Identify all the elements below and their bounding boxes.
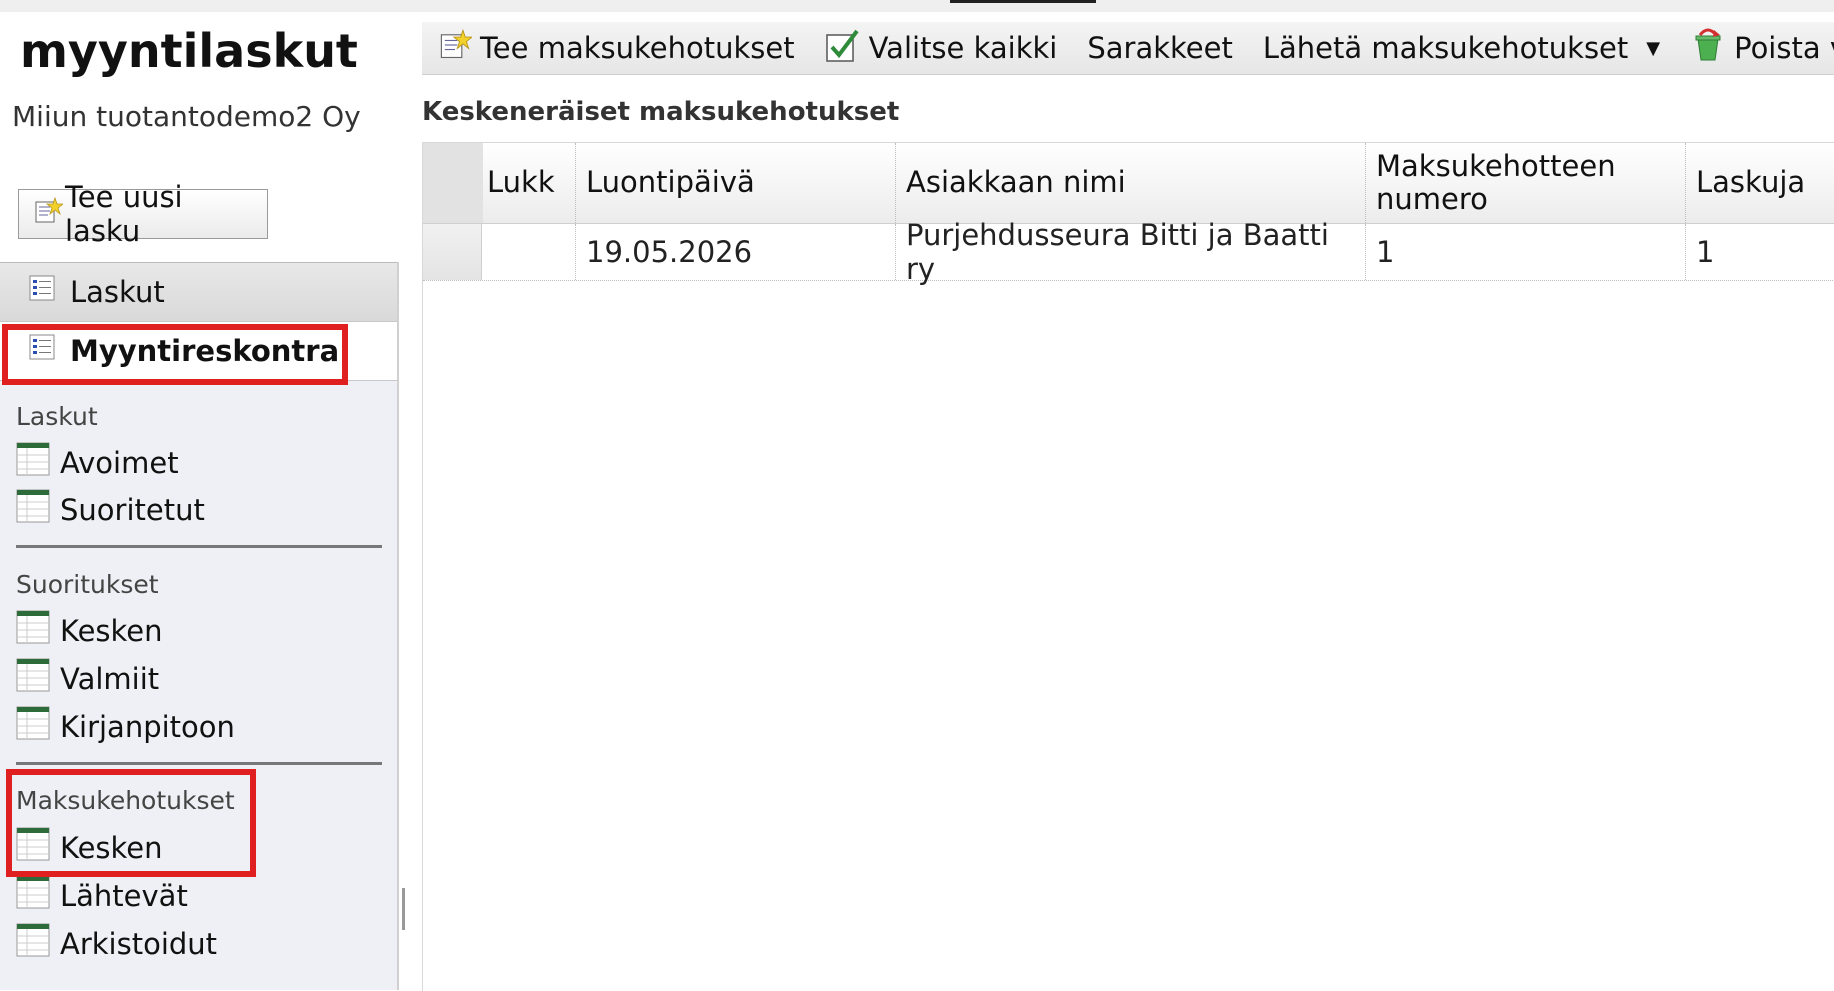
cell-invoice-count: 1: [1696, 235, 1715, 269]
nav-header-invoices-label: Laskut: [70, 275, 165, 309]
list-icon: [28, 274, 58, 311]
table-icon: [16, 610, 50, 651]
nav-item-paid[interactable]: Suoritetut: [16, 489, 205, 530]
table-icon: [16, 442, 50, 483]
recycle-bin-icon: [1690, 27, 1726, 70]
section-label-invoices: Laskut: [16, 402, 98, 431]
create-reminders-button[interactable]: Tee maksukehotukset: [438, 28, 795, 69]
company-name: Miiun tuotantodemo2 Oy: [12, 100, 361, 133]
top-strip: [0, 0, 1834, 12]
column-header-invoice-count[interactable]: Laskuja: [1686, 143, 1834, 223]
new-invoice-button[interactable]: Tee uusi lasku: [18, 180, 268, 248]
nav-item-reminders-outgoing[interactable]: Lähtevät: [16, 875, 188, 916]
section-divider: [16, 545, 382, 548]
columns-label: Sarakkeet: [1087, 31, 1233, 65]
cell-customer: Purjehdusseura Bitti ja Baatti ry: [896, 218, 1366, 286]
section-label-reminders: Maksukehotukset: [16, 786, 235, 815]
nav-item-label: Kesken: [60, 830, 163, 865]
cell-reminder-number: 1: [1366, 224, 1686, 280]
table-icon: [16, 827, 50, 868]
nav-item-payments-pending[interactable]: Kesken: [16, 610, 163, 651]
select-all-button[interactable]: Valitse kaikki: [825, 27, 1058, 70]
nav-item-label: Lähtevät: [60, 878, 188, 913]
table-icon: [16, 489, 50, 530]
list-icon: [28, 333, 58, 370]
grid-corner: [423, 143, 483, 223]
toolbar: Tee maksukehotukset Valitse kaikki Sarak…: [422, 22, 1834, 75]
create-reminders-label: Tee maksukehotukset: [480, 31, 795, 65]
delete-selected-button[interactable]: Poista valitut: [1690, 27, 1834, 70]
nav-item-label: Kirjanpitoon: [60, 709, 235, 744]
checkbox-icon: [825, 27, 861, 70]
delete-selected-label: Poista valitut: [1734, 31, 1834, 65]
row-selector[interactable]: [423, 224, 482, 280]
column-header-lock[interactable]: Lukk: [483, 143, 576, 223]
grid-header: Lukk Luontipäivä Asiakkaan nimi Maksukeh…: [423, 143, 1834, 224]
nav-item-payments-bookkeeping[interactable]: Kirjanpitoon: [16, 706, 235, 747]
top-tab-indicator: [950, 0, 1096, 3]
app-title: myyntilaskut: [20, 24, 358, 78]
send-reminders-dropdown[interactable]: Lähetä maksukehotukset ▼: [1263, 31, 1660, 65]
nav-item-label: Avoimet: [60, 445, 179, 480]
table-icon: [16, 706, 50, 747]
nav-header-invoices[interactable]: Laskut: [0, 262, 397, 322]
sidebar-nav: Laskut Myyntireskontra Laskut Avoimet Su…: [0, 262, 399, 990]
table-icon: [16, 875, 50, 916]
table-icon: [16, 923, 50, 964]
nav-item-reminders-archived[interactable]: Arkistoidut: [16, 923, 217, 964]
reminders-grid: Lukk Luontipäivä Asiakkaan nimi Maksukeh…: [422, 142, 1834, 991]
select-all-label: Valitse kaikki: [868, 31, 1058, 65]
nav-item-label: Arkistoidut: [60, 926, 218, 961]
chevron-down-icon: ▼: [1646, 37, 1661, 59]
new-document-icon: [33, 196, 65, 233]
table-icon: [16, 658, 50, 699]
nav-header-ledger-label: Myyntireskontra: [70, 334, 340, 368]
column-header-created[interactable]: Luontipäivä: [576, 143, 896, 223]
grid-title: Keskeneräiset maksukehotukset: [422, 97, 900, 127]
nav-item-label: Kesken: [60, 613, 163, 648]
nav-item-payments-ready[interactable]: Valmiit: [16, 658, 159, 699]
section-divider: [16, 762, 382, 765]
nav-item-reminders-pending[interactable]: Kesken: [16, 827, 163, 868]
nav-header-ledger[interactable]: Myyntireskontra: [0, 322, 397, 381]
send-reminders-label: Lähetä maksukehotukset: [1262, 31, 1629, 65]
column-header-customer[interactable]: Asiakkaan nimi: [896, 143, 1366, 223]
cell-lock: [483, 224, 576, 280]
section-label-payments: Suoritukset: [16, 570, 159, 599]
cell-created: 19.05.2026: [576, 224, 896, 280]
new-document-icon: [438, 28, 474, 69]
nav-item-open[interactable]: Avoimet: [16, 442, 179, 483]
nav-item-label: Suoritetut: [60, 492, 205, 527]
columns-button[interactable]: Sarakkeet: [1087, 31, 1232, 65]
sidebar-resize-handle[interactable]: [402, 888, 405, 930]
table-row[interactable]: 19.05.2026 Purjehdusseura Bitti ja Baatt…: [423, 218, 1834, 286]
column-header-reminder-number[interactable]: Maksukehotteen numero: [1366, 143, 1686, 223]
nav-item-label: Valmiit: [60, 661, 160, 696]
new-invoice-label: Tee uusi lasku: [65, 180, 183, 248]
